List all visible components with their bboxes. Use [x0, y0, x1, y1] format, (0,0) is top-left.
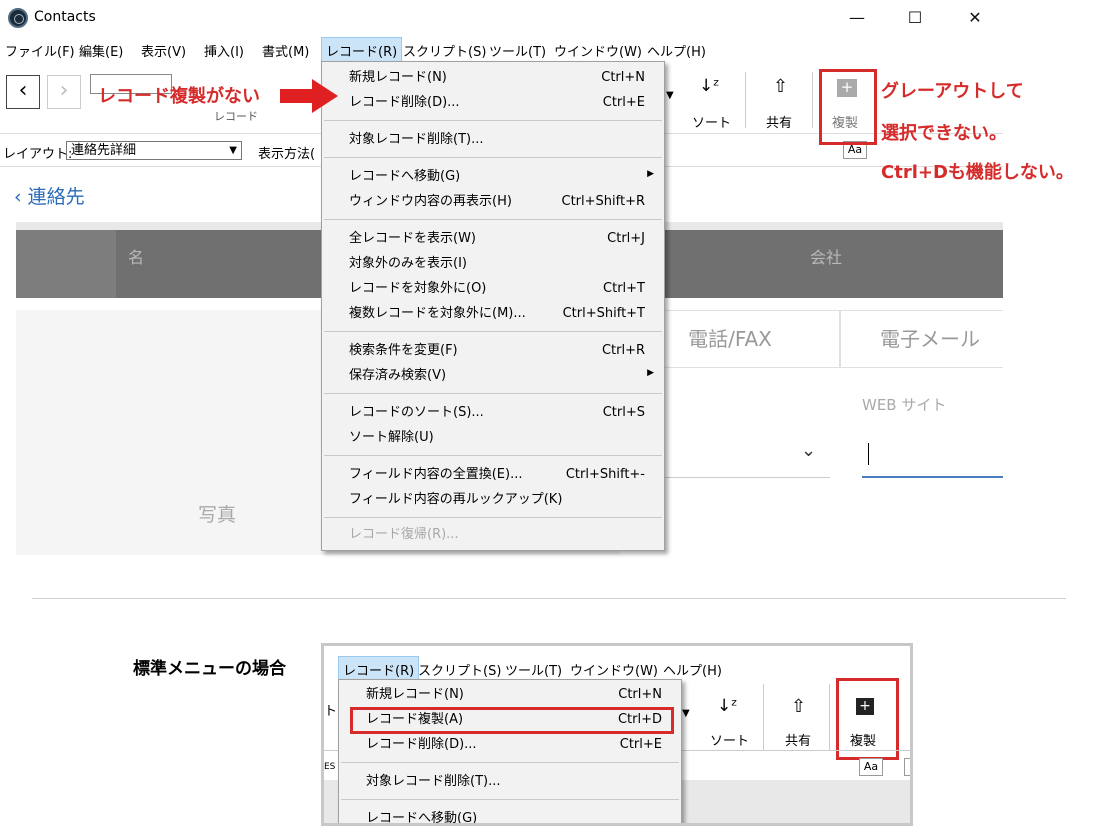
share-icon[interactable]: ⇧ [791, 696, 806, 717]
menu-item-show-omitted[interactable]: 対象外のみを表示(I) [349, 253, 645, 275]
menu-item-sort-records[interactable]: レコードのソート(S)... Ctrl+S [349, 402, 645, 424]
sort-label[interactable]: ソート [692, 112, 731, 131]
toolbar-separator [829, 684, 830, 750]
layout-label-fragment: ES [324, 762, 336, 772]
breadcrumb[interactable]: ‹ 連絡先 [14, 182, 85, 209]
toolbar-separator [812, 72, 813, 128]
annotation-duplicate-item-highlight [350, 707, 674, 734]
annotation-duplicate-highlight [836, 678, 899, 760]
menu-item-go-to-record[interactable]: レコードへ移動(G) [366, 808, 662, 823]
menu-bar: ファイル(F) 編集(E) 表示(V) 挿入(I) 書式(M) レコード(R) … [0, 37, 1003, 64]
record-label-fragment: ト [324, 704, 338, 719]
menu-view[interactable]: 表示(V) [141, 41, 186, 60]
menu-bar: レコード(R) スクリプト(S) ツール(T) ウインドウ(W) ヘルプ(H) [324, 654, 910, 683]
menu-item-saved-finds[interactable]: 保存済み検索(V) [349, 365, 645, 387]
layout-label: レイアウト: [3, 147, 73, 162]
share-icon[interactable]: ⇧ [773, 76, 788, 97]
annotation-grayed-line1: グレーアウトして [881, 81, 1024, 102]
annotation-no-duplicate: レコード複製がない [98, 86, 260, 107]
text-cursor [868, 443, 869, 465]
toolbar-button-fragment [904, 758, 910, 776]
menu-scripts[interactable]: スクリプト(S) [418, 660, 501, 679]
record-label: レコード [214, 110, 258, 123]
field-underline [660, 477, 830, 478]
chevron-left-icon: ‹ [14, 186, 28, 208]
red-arrow-icon [280, 79, 338, 113]
menu-help[interactable]: ヘルプ(H) [647, 41, 706, 60]
web-site-input[interactable] [862, 443, 1003, 478]
chevron-down-icon: ▼ [229, 145, 237, 156]
menu-item-refresh[interactable]: ウィンドウ内容の再表示(H) Ctrl+Shift+R [349, 191, 645, 213]
previous-record-button[interactable]: ‹ [6, 75, 40, 109]
chevron-down-icon[interactable]: ⌄ [801, 440, 816, 461]
menu-tools[interactable]: ツール(T) [505, 660, 562, 679]
app-logo-icon [8, 8, 28, 28]
menu-window[interactable]: ウインドウ(W) [554, 41, 642, 60]
chevron-down-icon[interactable]: ▼ [682, 708, 690, 719]
annotation-duplicate-highlight [819, 69, 877, 145]
menu-format[interactable]: 書式(M) [262, 41, 309, 60]
view-as-label: 表示方法( [258, 147, 316, 162]
menu-help[interactable]: ヘルプ(H) [663, 660, 722, 679]
web-site-label: WEB サイト [862, 396, 947, 414]
menu-scripts[interactable]: スクリプト(S) [403, 41, 486, 60]
menu-item-modify-find[interactable]: 検索条件を変更(F) Ctrl+R [349, 340, 645, 362]
next-record-button[interactable]: › [47, 75, 81, 109]
tab-email[interactable]: 電子メール [840, 310, 1003, 368]
menu-file[interactable]: ファイル(F) [5, 41, 75, 60]
close-button[interactable]: ✕ [960, 8, 990, 27]
menu-edit[interactable]: 編集(E) [79, 41, 123, 60]
menu-item-go-to-record[interactable]: レコードへ移動(G) [349, 166, 645, 188]
menu-item-delete-record[interactable]: レコード削除(D)... Ctrl+E [366, 734, 662, 756]
records-menu: 新規レコード(N) Ctrl+N レコード削除(D)... Ctrl+E 対象レコー… [321, 61, 665, 551]
menu-item-relookup[interactable]: フィールド内容の再ルックアップ(K) [349, 489, 645, 511]
records-menu: 新規レコード(N) Ctrl+N レコード複製(A) Ctrl+D レコード削除(D… [338, 679, 682, 823]
submenu-arrow-icon: ▶ [647, 169, 654, 179]
menu-item-revert-record: レコード復帰(R)... [349, 527, 459, 542]
menu-item-new-record[interactable]: 新規レコード(N) Ctrl+N [349, 67, 645, 89]
section-divider [32, 598, 1066, 599]
menu-insert[interactable]: 挿入(I) [204, 41, 244, 60]
menu-item-delete-record[interactable]: レコード削除(D)... Ctrl+E [349, 92, 645, 114]
chevron-down-icon[interactable]: ▼ [666, 90, 674, 101]
menu-item-omit-multiple[interactable]: 複数レコードを対象外に(M)... Ctrl+Shift+T [349, 303, 645, 325]
layout-select[interactable]: 連絡先詳細 ▼ [66, 141, 242, 160]
maximize-button[interactable]: ☐ [900, 8, 930, 27]
menu-window[interactable]: ウインドウ(W) [570, 660, 658, 679]
menu-item-show-all[interactable]: 全レコードを表示(W) Ctrl+J [349, 228, 645, 250]
submenu-arrow-icon: ▶ [647, 368, 654, 378]
sort-icon[interactable]: ↓ᶻ [717, 696, 737, 716]
share-label[interactable]: 共有 [766, 112, 792, 131]
menu-records[interactable]: レコード(R) [321, 37, 403, 64]
toolbar-separator [745, 72, 746, 128]
formatting-bar-button[interactable]: Aa [859, 758, 883, 776]
menu-tools[interactable]: ツール(T) [489, 41, 546, 60]
menu-item-delete-found[interactable]: 対象レコード削除(T)... [366, 771, 662, 793]
sort-label[interactable]: ソート [710, 730, 749, 749]
menu-item-new-record[interactable]: 新規レコード(N) Ctrl+N [366, 684, 662, 706]
window-title: Contacts [34, 9, 96, 25]
breadcrumb-label: 連絡先 [27, 186, 85, 208]
annotation-grayed-line2: 選択できない。 [881, 123, 1007, 144]
company-header: 会社 [810, 248, 843, 267]
layout-value: 連絡先詳細 [71, 143, 137, 158]
name-header: 名 [128, 248, 145, 267]
standard-menu-caption: 標準メニューの場合 [133, 659, 286, 679]
menu-item-replace-field[interactable]: フィールド内容の全置換(E)... Ctrl+Shift+- [349, 464, 645, 486]
menu-item-unsort[interactable]: ソート解除(U) [349, 427, 645, 449]
photo-label: 写真 [198, 504, 237, 526]
annotation-grayed-line3: Ctrl+Dも機能しない。 [881, 162, 1074, 183]
toolbar-separator [763, 684, 764, 750]
menu-item-omit-record[interactable]: レコードを対象外に(O) Ctrl+T [349, 278, 645, 300]
share-label[interactable]: 共有 [785, 730, 811, 749]
sort-icon[interactable]: ↓ᶻ [699, 76, 719, 96]
menu-item-delete-found[interactable]: 対象レコード削除(T)... [349, 129, 645, 151]
minimize-button[interactable]: — [842, 8, 872, 27]
standard-menu-window: レコード(R) スクリプト(S) ツール(T) ウインドウ(W) ヘルプ(H) … [321, 643, 913, 826]
photo-header [16, 230, 116, 298]
